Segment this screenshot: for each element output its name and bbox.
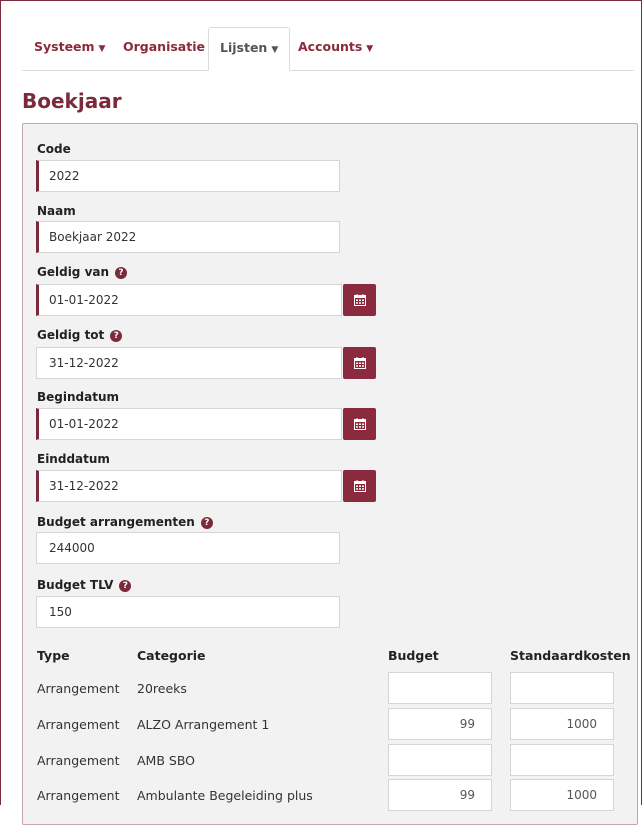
- geldig-van-field[interactable]: 01-01-2022: [36, 284, 342, 316]
- geldig-tot-label-text: Geldig tot: [37, 328, 105, 342]
- row-categorie: AMB SBO: [137, 753, 196, 768]
- geldig-tot-field[interactable]: 31-12-2022: [36, 347, 342, 379]
- naam-field[interactable]: Boekjaar 2022: [36, 221, 340, 253]
- budget-arrangementen-label-text: Budget arrangementen: [37, 515, 195, 529]
- budget-input[interactable]: [388, 672, 492, 704]
- col-header-standaardkosten: Standaardkosten: [510, 648, 631, 663]
- standaardkosten-input[interactable]: 1000: [510, 708, 614, 740]
- row-categorie: ALZO Arrangement 1: [137, 717, 270, 732]
- calendar-icon: [353, 418, 366, 430]
- budget-arrangementen-field[interactable]: 244000: [36, 532, 340, 564]
- calendar-button[interactable]: [343, 470, 376, 502]
- standaardkosten-input[interactable]: [510, 744, 614, 776]
- geldig-tot-label: Geldig tot?: [37, 328, 123, 342]
- begindatum-label: Begindatum: [37, 390, 120, 404]
- geldig-van-label-text: Geldig van: [37, 265, 110, 279]
- budget-input[interactable]: [388, 744, 492, 776]
- calendar-button[interactable]: [343, 347, 376, 379]
- budget-arrangementen-label: Budget arrangementen?: [37, 515, 213, 529]
- row-type: Arrangement: [37, 788, 120, 803]
- caret-down-icon: ▼: [98, 44, 106, 54]
- question-circle-icon[interactable]: ?: [110, 330, 123, 342]
- budget-tlv-label-text: Budget TLV: [37, 578, 114, 592]
- code-field[interactable]: 2022: [36, 160, 340, 192]
- calendar-icon: [353, 480, 366, 492]
- begindatum-field[interactable]: 01-01-2022: [36, 408, 342, 440]
- einddatum-field[interactable]: 31-12-2022: [36, 470, 342, 502]
- col-header-categorie: Categorie: [137, 648, 206, 663]
- budget-tlv-label: Budget TLV?: [37, 578, 132, 592]
- row-categorie: 20reeks: [137, 681, 187, 696]
- row-categorie: Ambulante Begeleiding plus: [137, 788, 313, 803]
- row-type: Arrangement: [37, 681, 120, 696]
- caret-down-icon: ▼: [366, 44, 374, 54]
- question-circle-icon[interactable]: ?: [200, 517, 213, 529]
- calendar-button[interactable]: [343, 408, 376, 440]
- budget-tlv-field[interactable]: 150: [36, 596, 340, 628]
- einddatum-label: Einddatum: [37, 452, 110, 466]
- budget-input[interactable]: 99: [388, 708, 492, 740]
- question-circle-icon[interactable]: ?: [115, 267, 128, 279]
- calendar-icon: [353, 294, 366, 306]
- tab-accounts[interactable]: Accounts ▼: [298, 27, 373, 69]
- col-header-type: Type: [37, 648, 70, 663]
- col-header-budget: Budget: [388, 648, 439, 663]
- row-type: Arrangement: [37, 717, 120, 732]
- tab-lijsten[interactable]: Lijsten ▼: [208, 27, 291, 71]
- tab-label: Systeem: [34, 39, 95, 54]
- row-type: Arrangement: [37, 753, 120, 768]
- page-title: Boekjaar: [22, 89, 122, 113]
- caret-down-icon: ▼: [271, 45, 279, 55]
- tab-label: Lijsten: [220, 40, 268, 55]
- geldig-van-label: Geldig van?: [37, 265, 128, 279]
- standaardkosten-input[interactable]: 1000: [510, 779, 614, 811]
- naam-label: Naam: [37, 204, 76, 218]
- calendar-icon: [353, 357, 366, 369]
- tab-label: Accounts: [298, 39, 363, 54]
- calendar-button[interactable]: [343, 284, 376, 316]
- tab-organisatie[interactable]: Organisatie: [123, 27, 205, 69]
- code-label: Code: [37, 142, 71, 156]
- budget-input[interactable]: 99: [388, 779, 492, 811]
- question-circle-icon[interactable]: ?: [119, 580, 132, 592]
- form-panel: Code 2022 Naam Boekjaar 2022 Geldig van?…: [22, 123, 638, 825]
- tab-label: Organisatie: [123, 39, 205, 54]
- tab-systeem[interactable]: Systeem ▼: [34, 27, 105, 69]
- standaardkosten-input[interactable]: [510, 672, 614, 704]
- main-nav: Systeem ▼ Organisatie Lijsten ▼ Accounts ▼: [22, 27, 634, 71]
